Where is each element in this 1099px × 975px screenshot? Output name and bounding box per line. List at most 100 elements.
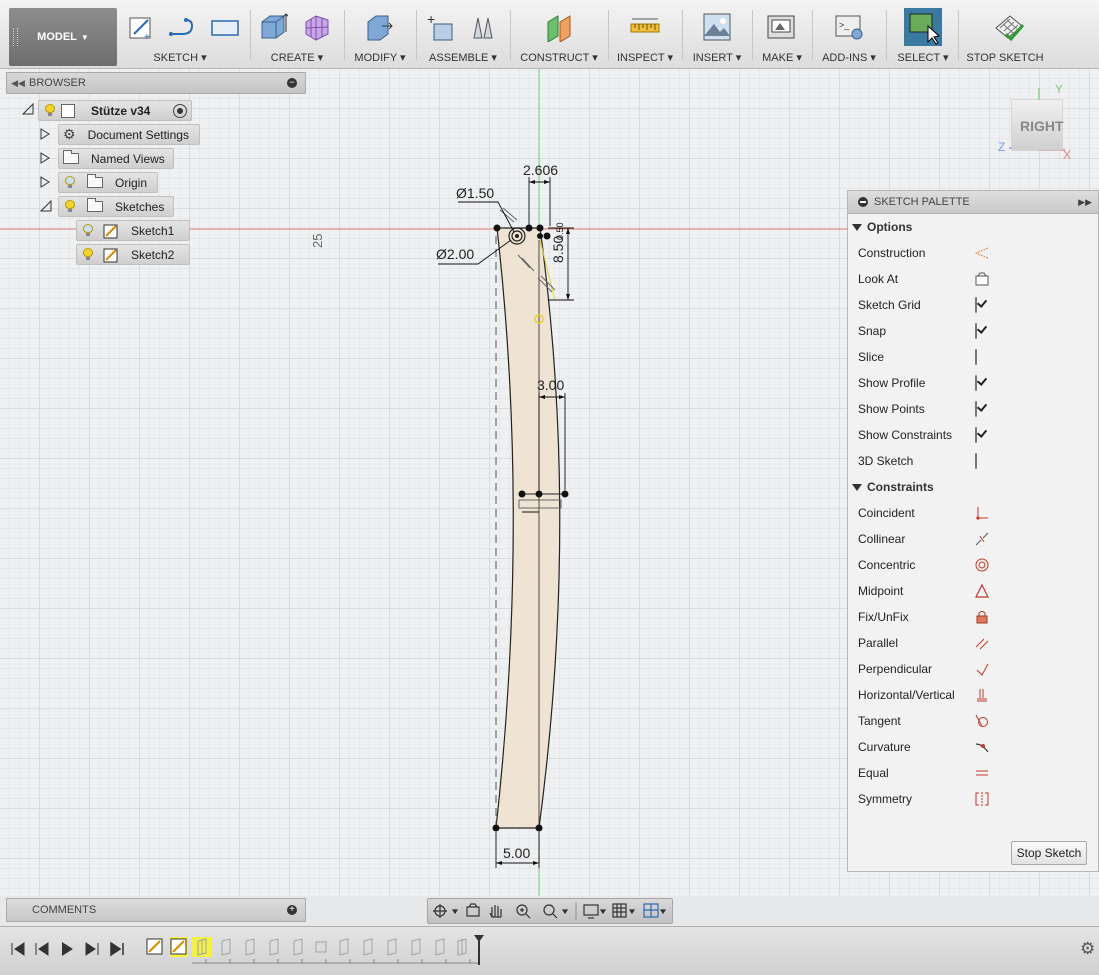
select-icon[interactable] <box>904 8 942 46</box>
browser-root-node[interactable]: Stütze v34 <box>38 100 192 121</box>
midpoint-icon[interactable] <box>975 584 989 598</box>
show-points-checkbox[interactable] <box>975 401 977 417</box>
sketch-group[interactable]: + SKETCH ▾ <box>120 6 240 66</box>
step-back-icon[interactable] <box>34 941 50 957</box>
dim-diameter-small[interactable]: Ø1.50 <box>456 185 494 201</box>
concentric-icon[interactable] <box>975 558 989 572</box>
new-component-icon[interactable]: + <box>426 12 456 42</box>
option-construction[interactable]: Construction <box>848 240 1098 266</box>
constraint-parallel[interactable]: Parallel <box>848 630 1098 656</box>
insert-menu-label[interactable]: INSERT ▾ <box>686 51 748 64</box>
sketch-menu-label[interactable]: SKETCH ▾ <box>120 51 240 64</box>
add-comment-icon[interactable]: + <box>287 905 297 915</box>
minimize-icon[interactable]: − <box>287 78 297 88</box>
constraint-coincident[interactable]: Coincident <box>848 500 1098 526</box>
viewports-icon[interactable] <box>643 903 667 918</box>
collapse-triangle-icon[interactable] <box>40 200 52 212</box>
option-look-at[interactable]: Look At <box>848 266 1098 292</box>
look-at-icon[interactable] <box>466 903 480 917</box>
constraint-tangent[interactable]: Tangent <box>848 708 1098 734</box>
collinear-icon[interactable] <box>975 532 989 546</box>
timeline-feature-steps[interactable] <box>192 937 482 967</box>
option-3d-sketch[interactable]: 3D Sketch <box>848 448 1098 474</box>
expand-triangle-icon[interactable] <box>40 152 50 164</box>
modify-group[interactable]: MODIFY ▾ <box>348 6 412 66</box>
line-icon[interactable] <box>168 12 198 42</box>
finish-sketch-icon[interactable] <box>994 12 1024 42</box>
browser-item-sketches[interactable]: Sketches <box>58 196 174 217</box>
dim-side-25[interactable]: 25 <box>310 234 325 248</box>
browser-panel-header[interactable]: ◀◀ BROWSER − <box>6 72 306 94</box>
construction-icon[interactable] <box>975 246 989 260</box>
construct-menu-label[interactable]: CONSTRUCT ▾ <box>514 51 604 64</box>
display-settings-icon[interactable] <box>583 904 607 919</box>
horizontal-vertical-icon[interactable] <box>975 688 989 702</box>
snap-checkbox[interactable] <box>975 323 977 339</box>
sketch-palette-header[interactable]: SKETCH PALETTE ▶▶ <box>848 191 1098 214</box>
constraint-midpoint[interactable]: Midpoint <box>848 578 1098 604</box>
options-section-header[interactable]: Options <box>848 214 1098 240</box>
constraint-symmetry[interactable]: Symmetry <box>848 786 1098 812</box>
constraint-perpendicular[interactable]: Perpendicular <box>848 656 1098 682</box>
show-constraints-checkbox[interactable] <box>975 427 977 443</box>
dim-tiny-top[interactable]: 0.50 <box>555 222 565 240</box>
rectangle-icon[interactable] <box>210 12 240 42</box>
stop-sketch-menu-label[interactable]: STOP SKETCH <box>962 52 1048 64</box>
constraint-concentric[interactable]: Concentric <box>848 552 1098 578</box>
make-menu-label[interactable]: MAKE ▾ <box>756 51 808 64</box>
circle-center-point[interactable] <box>515 234 519 238</box>
stop-sketch-group[interactable]: STOP SKETCH <box>962 6 1048 66</box>
constraint-equal[interactable]: Equal <box>848 760 1098 786</box>
sketch-grid-checkbox[interactable] <box>975 297 977 313</box>
sketch-profile[interactable] <box>495 227 561 829</box>
inspect-menu-label[interactable]: INSPECT ▾ <box>612 51 678 64</box>
offset-plane-icon[interactable] <box>544 12 574 42</box>
stop-sketch-button[interactable]: Stop Sketch <box>1011 841 1087 865</box>
timeline-marker-icon[interactable] <box>472 933 486 967</box>
press-pull-icon[interactable] <box>364 12 394 42</box>
browser-item-named-views[interactable]: Named Views <box>58 148 174 169</box>
expand-triangle-icon[interactable] <box>40 128 50 140</box>
select-menu-label[interactable]: SELECT ▾ <box>890 51 956 64</box>
view-cube[interactable]: RIGHT Y Z X <box>995 82 1075 162</box>
dim-width-bottom[interactable]: 5.00 <box>503 845 530 861</box>
browser-item-sketch2[interactable]: Sketch2 <box>76 244 190 265</box>
scripts-icon[interactable]: >_ <box>834 12 864 42</box>
comments-panel-header[interactable]: COMMENTS + <box>6 898 306 922</box>
minimize-icon[interactable] <box>858 197 868 207</box>
create-sketch-icon[interactable]: + <box>126 12 156 42</box>
constraint-horizontal-vertical[interactable]: Horizontal/Vertical <box>848 682 1098 708</box>
timeline-settings-gear-icon[interactable]: ⚙ <box>1080 939 1095 959</box>
make-group[interactable]: MAKE ▾ <box>756 6 808 66</box>
tangent-icon[interactable] <box>975 714 989 728</box>
collapse-triangle-icon[interactable] <box>22 103 34 115</box>
fit-icon[interactable] <box>543 904 569 919</box>
visibility-bulb-icon[interactable] <box>45 104 55 117</box>
workspace-switcher-button[interactable]: MODEL ▼ <box>9 8 117 66</box>
visibility-bulb-icon[interactable] <box>83 224 93 237</box>
constraints-section-header[interactable]: Constraints <box>848 474 1098 500</box>
browser-item-sketch1[interactable]: Sketch1 <box>76 220 190 241</box>
go-to-end-icon[interactable] <box>109 941 125 957</box>
go-to-start-icon[interactable] <box>10 941 26 957</box>
look-at-icon[interactable] <box>975 272 989 286</box>
curvature-icon[interactable] <box>975 740 989 754</box>
visibility-bulb-icon[interactable] <box>83 248 93 261</box>
browser-item-origin[interactable]: Origin <box>58 172 158 193</box>
grip-handle[interactable] <box>13 28 18 46</box>
perpendicular-icon[interactable] <box>975 662 989 676</box>
orbit-icon[interactable] <box>433 904 459 918</box>
parallel-icon[interactable] <box>975 636 989 650</box>
slice-checkbox[interactable] <box>975 349 977 365</box>
dim-width-top[interactable]: 2.606 <box>523 162 558 178</box>
option-slice[interactable]: Slice <box>848 344 1098 370</box>
extrude-icon[interactable] <box>258 12 288 42</box>
assemble-group[interactable]: + ASSEMBLE ▾ <box>420 6 506 66</box>
option-sketch-grid[interactable]: Sketch Grid <box>848 292 1098 318</box>
joint-icon[interactable] <box>468 12 498 42</box>
option-show-points[interactable]: Show Points <box>848 396 1098 422</box>
form-icon[interactable] <box>302 12 332 42</box>
fix-icon[interactable] <box>975 610 989 624</box>
symmetry-icon[interactable] <box>975 792 989 806</box>
collapse-panel-icon[interactable]: ◀◀ <box>7 78 29 89</box>
